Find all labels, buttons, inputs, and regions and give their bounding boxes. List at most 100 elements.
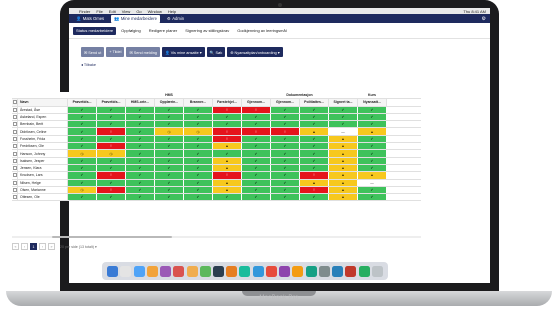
checkbox[interactable] [12, 188, 17, 192]
table-row[interactable]: Ottesen, Ole ✔ ✔ ✔ ✔ ✔ ✔ ✔ ✔ ✔ ▲ ✔ [12, 194, 421, 202]
status-ok-icon[interactable]: ✔ [300, 143, 329, 150]
onboarding-button[interactable]: ⊕ Nyansattplan/onboarding ▾ [227, 47, 283, 57]
status-ok-icon[interactable]: ✔ [68, 194, 97, 201]
checkbox[interactable] [12, 158, 17, 163]
status-warning-icon[interactable]: ▲ [329, 135, 358, 143]
subnav-oppfolging[interactable]: Oppfølging [118, 27, 144, 35]
horizontal-scrollbar[interactable] [12, 236, 421, 238]
status-missing-icon[interactable]: ! [300, 186, 329, 194]
checkbox[interactable] [12, 144, 17, 149]
status-ok-icon[interactable]: ✔ [155, 143, 184, 150]
dock-app-icon[interactable] [292, 265, 304, 277]
status-warning-icon[interactable]: ▲ [329, 179, 358, 186]
status-warning-icon[interactable]: ◷ [68, 150, 97, 157]
status-ok-icon[interactable]: ✔ [242, 150, 271, 157]
status-warning-icon[interactable]: ▲ [329, 186, 358, 194]
checkbox[interactable] [12, 151, 17, 156]
table-row[interactable]: Olsen, Marianne ◷! ✔ ✔ ✔ ▲ ✔ ✔! ▲ ✔ [12, 186, 421, 195]
assign-button[interactable]: + Tildel [106, 47, 125, 57]
column-header[interactable]: Branner... [184, 99, 213, 106]
status-ok-icon[interactable]: ✔ [126, 164, 155, 172]
status-ok-icon[interactable]: ✔ [329, 121, 358, 128]
status-ok-icon[interactable]: ✔ [271, 186, 300, 194]
status-ok-icon[interactable]: ✔ [300, 121, 329, 128]
status-missing-icon[interactable]: ! [213, 106, 242, 113]
status-ok-icon[interactable]: ✔ [213, 113, 242, 121]
status-ok-icon[interactable]: ✔ [97, 113, 126, 121]
status-missing-icon[interactable]: ! [242, 128, 271, 135]
checkbox[interactable] [12, 136, 17, 141]
status-ok-icon[interactable]: ✔ [271, 135, 300, 143]
employee-name[interactable]: Olsen, Marianne [18, 186, 68, 194]
table-row[interactable]: Fosshelm, Frida ✔ ✔ ✔ ✔ ✔! ✔ ✔ ✔ ▲ ✔ [12, 135, 421, 144]
status-ok-icon[interactable]: ✔ [242, 172, 271, 179]
status-ok-icon[interactable]: ✔ [271, 143, 300, 150]
status-warning-icon[interactable]: ◷ [97, 150, 126, 157]
send-out-button[interactable]: ✉ Send ut [81, 47, 105, 57]
status-ok-icon[interactable]: ✔ [242, 194, 271, 201]
send-message-button[interactable]: ✉ Send melding [126, 47, 160, 57]
status-ok-icon[interactable]: ✔ [155, 150, 184, 157]
status-ok-icon[interactable]: ✔ [126, 113, 155, 121]
status-ok-icon[interactable]: ✔ [68, 179, 97, 186]
status-na-icon[interactable]: — [329, 128, 358, 135]
status-ok-icon[interactable]: ✔ [97, 194, 126, 201]
checkbox[interactable] [12, 180, 17, 185]
table-row[interactable]: Didriksen, Celine ✔! ✔ ◷ ◷!!! ▲ — ▲ [12, 128, 421, 136]
table-row[interactable]: Askeland, Espen ✔ ✔ ✔ ✔ ✔ ✔ ✔ ✔ ✔ ✔ ✔ [12, 113, 421, 122]
column-header[interactable]: Prøvetids... [97, 99, 126, 106]
status-missing-icon[interactable]: ! [97, 128, 126, 135]
status-ok-icon[interactable]: ✔ [184, 172, 213, 179]
page-size-select[interactable]: 20 per side (13 totalt) ▾ [60, 245, 97, 249]
status-ok-icon[interactable]: ✔ [68, 172, 97, 179]
dock-app-icon[interactable] [371, 265, 383, 277]
status-ok-icon[interactable]: ✔ [184, 150, 213, 157]
status-ok-icon[interactable]: ✔ [271, 157, 300, 164]
status-ok-icon[interactable]: ✔ [242, 135, 271, 143]
status-ok-icon[interactable]: ✔ [271, 164, 300, 172]
status-ok-icon[interactable]: ✔ [126, 106, 155, 113]
status-ok-icon[interactable]: ✔ [358, 121, 387, 128]
status-ok-icon[interactable]: ✔ [68, 135, 97, 143]
checkbox[interactable] [12, 100, 17, 105]
status-ok-icon[interactable]: ✔ [184, 143, 213, 150]
employee-name[interactable]: Knudsen, Lars [18, 172, 68, 179]
status-ok-icon[interactable]: ✔ [358, 135, 387, 143]
scroll-thumb[interactable] [52, 236, 172, 238]
dock-app-icon[interactable] [358, 265, 370, 277]
dock-app-icon[interactable] [305, 265, 317, 277]
status-warning-icon[interactable]: ▲ [358, 128, 387, 135]
status-ok-icon[interactable]: ✔ [126, 194, 155, 201]
status-ok-icon[interactable]: ✔ [358, 106, 387, 113]
column-header[interactable]: Navn [18, 99, 68, 106]
status-warning-icon[interactable]: ◷ [68, 186, 97, 194]
status-ok-icon[interactable]: ✔ [184, 194, 213, 201]
status-ok-icon[interactable]: ✔ [242, 113, 271, 121]
status-ok-icon[interactable]: ✔ [213, 150, 242, 157]
status-ok-icon[interactable]: ✔ [126, 135, 155, 143]
checkbox[interactable] [12, 107, 17, 112]
status-ok-icon[interactable]: ✔ [68, 128, 97, 135]
status-warning-icon[interactable]: ▲ [329, 143, 358, 150]
status-ok-icon[interactable]: ✔ [126, 186, 155, 194]
table-row[interactable]: Årestad, Åse ✔ ✔ ✔ ✔ ✔!! ✔ ✔ ✔ ✔ [12, 106, 421, 114]
status-warning-icon[interactable]: ▲ [329, 172, 358, 179]
status-ok-icon[interactable]: ✔ [184, 121, 213, 128]
column-header[interactable]: Opplærin... [155, 99, 184, 106]
status-ok-icon[interactable]: ✔ [97, 135, 126, 143]
status-ok-icon[interactable]: ✔ [271, 150, 300, 157]
status-ok-icon[interactable]: ✔ [242, 121, 271, 128]
status-ok-icon[interactable]: ✔ [300, 150, 329, 157]
status-ok-icon[interactable]: ✔ [358, 113, 387, 121]
status-ok-icon[interactable]: ✔ [242, 186, 271, 194]
next-page-button[interactable]: › [39, 243, 46, 250]
status-ok-icon[interactable]: ✔ [68, 164, 97, 172]
settings-icon[interactable]: ⚙ [482, 16, 486, 22]
status-ok-icon[interactable]: ✔ [184, 157, 213, 164]
status-warning-icon[interactable]: ▲ [213, 179, 242, 186]
menu-item[interactable]: File [96, 9, 102, 14]
status-ok-icon[interactable]: ✔ [242, 157, 271, 164]
status-missing-icon[interactable]: ! [97, 172, 126, 179]
employee-name[interactable]: Fosshelm, Frida [18, 135, 68, 143]
status-ok-icon[interactable]: ✔ [271, 121, 300, 128]
